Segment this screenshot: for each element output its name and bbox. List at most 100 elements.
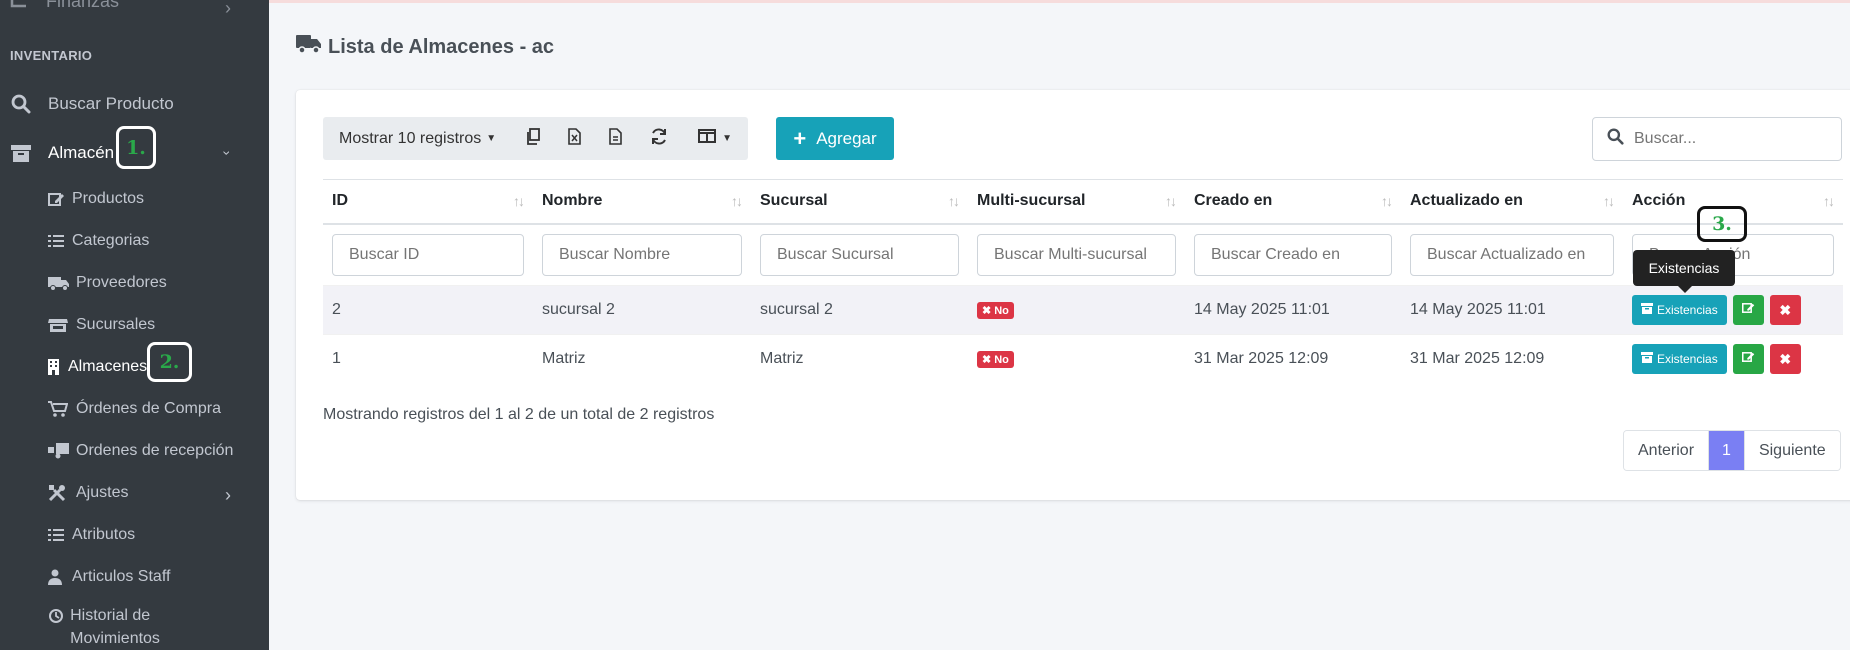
delete-button[interactable]: ✖ <box>1769 295 1801 325</box>
filter-actualizado-input[interactable] <box>1410 233 1614 276</box>
copy-icon <box>526 127 541 150</box>
sort-icon: ↑↓ <box>948 193 960 209</box>
refresh-button[interactable] <box>636 117 682 160</box>
edit-icon <box>48 192 68 207</box>
sidebar-item-almacenes[interactable]: Almacenes <box>48 352 147 382</box>
sidebar-item-almacen[interactable]: Almacén <box>0 135 114 171</box>
filter-id-input[interactable] <box>332 233 524 276</box>
file-icon <box>609 127 622 150</box>
sort-icon: ↑↓ <box>1823 193 1835 209</box>
header-label: Sucursal <box>760 192 828 210</box>
sidebar-item-label: Ajustes <box>76 484 129 501</box>
header-label: Multi-sucursal <box>977 192 1086 210</box>
sidebar-item-label: Categorias <box>72 232 150 249</box>
sync-icon <box>650 127 668 150</box>
annotation-marker-3: 3. <box>1697 206 1747 242</box>
sidebar-item-historial[interactable]: Historial de Movimientos <box>48 604 228 650</box>
table-row: 1 Matriz Matriz ✖ No 31 Mar 2025 12:09 31… <box>323 334 1843 384</box>
global-search[interactable] <box>1592 117 1842 161</box>
column-header-sucursal[interactable]: Sucursal ↑↓ <box>751 179 968 225</box>
sidebar-item-ordenes-recepcion[interactable]: Ordenes de recepción <box>48 436 233 466</box>
page-title-text: Lista de Almacenes - ac <box>328 35 555 58</box>
sidebar-item-label: Productos <box>72 190 145 207</box>
filter-row <box>323 223 1843 286</box>
sidebar-item-articulos-staff[interactable]: Articulos Staff <box>48 562 170 592</box>
columns-dropdown[interactable]: ▼ <box>682 117 748 160</box>
annotation-marker-1: 1. <box>116 126 156 169</box>
badge-label: No <box>994 304 1009 317</box>
annotation-marker-2: 2. <box>147 342 192 382</box>
table-info: Mostrando registros del 1 al 2 de un tot… <box>323 406 715 423</box>
cell-id: 1 <box>323 334 533 384</box>
existencias-button[interactable]: Existencias <box>1632 344 1727 375</box>
filter-creado-input[interactable] <box>1194 233 1392 276</box>
sidebar-item-productos[interactable]: Productos <box>48 184 144 214</box>
times-icon: ✖ <box>982 305 992 317</box>
user-tie-icon <box>48 569 68 585</box>
sidebar-item-buscar-producto[interactable]: Buscar Producto <box>0 86 174 122</box>
table-row: 2 sucursal 2 sucursal 2 ✖ No 14 May 2025 … <box>323 285 1843 335</box>
sort-icon: ↑↓ <box>513 193 525 209</box>
table-header-row: ID ↑↓ Nombre ↑↓ Sucursal ↑↓ Multi-sucursal ↑… <box>323 179 1843 225</box>
show-entries-label: Mostrar 10 registros <box>339 129 482 147</box>
edit-button[interactable] <box>1732 344 1764 375</box>
sidebar-item-label: Almacenes <box>68 358 148 375</box>
excel-button[interactable] <box>554 117 595 160</box>
column-header-actualizado[interactable]: Actualizado en ↑↓ <box>1401 179 1623 225</box>
copy-button[interactable] <box>512 117 554 160</box>
warehouses-table: ID ↑↓ Nombre ↑↓ Sucursal ↑↓ Multi-sucursal ↑… <box>323 179 1843 384</box>
global-search-input[interactable] <box>1634 130 1824 148</box>
column-header-multi-sucursal[interactable]: Multi-sucursal ↑↓ <box>968 179 1185 225</box>
edit-icon <box>1741 301 1755 319</box>
sidebar-item-proveedores[interactable]: Proveedores <box>48 268 167 298</box>
show-entries-dropdown[interactable]: Mostrar 10 registros ▼ <box>323 117 512 160</box>
sort-icon: ↑↓ <box>1165 193 1177 209</box>
filter-nombre-input[interactable] <box>542 233 742 276</box>
cell-accion: Existencias ✖ <box>1623 334 1843 384</box>
sidebar-item-ordenes-compra[interactable]: Órdenes de Compra <box>48 394 221 424</box>
chevron-right-icon: › <box>225 485 231 505</box>
edit-button[interactable] <box>1732 295 1764 325</box>
column-header-nombre[interactable]: Nombre ↑↓ <box>533 179 751 225</box>
filter-sucursal-input[interactable] <box>760 233 959 276</box>
list-icon <box>48 528 68 542</box>
csv-button[interactable] <box>595 117 636 160</box>
add-button[interactable]: + Agregar <box>776 117 894 160</box>
sidebar-item-sucursales[interactable]: Sucursales <box>48 310 155 340</box>
sidebar-item-label: Historial de Movimientos <box>70 607 160 647</box>
header-label: Nombre <box>542 192 603 210</box>
cell-sucursal: Matriz <box>751 334 968 384</box>
chart-icon <box>10 0 28 13</box>
sidebar-item-categorias[interactable]: Categorias <box>48 226 149 256</box>
sort-icon: ↑↓ <box>1603 193 1615 209</box>
pagination-page-1[interactable]: 1 <box>1709 431 1745 470</box>
existencias-button[interactable]: Existencias <box>1632 295 1727 325</box>
sort-icon: ↑↓ <box>1381 193 1393 209</box>
sidebar-item-label: Ordenes de recepción <box>76 442 234 459</box>
sidebar-item-finanzas[interactable]: Finanzas › <box>10 0 231 18</box>
sidebar-section-header: INVENTARIO <box>10 48 93 63</box>
header-label: Acción <box>1632 192 1686 210</box>
delete-button[interactable]: ✖ <box>1769 344 1801 375</box>
pagination: Anterior 1 Siguiente <box>1623 430 1841 471</box>
caret-down-icon: ▼ <box>722 133 733 144</box>
sidebar-item-label: Articulos Staff <box>72 568 171 585</box>
chevron-down-icon: › <box>219 150 236 156</box>
cell-accion: Existencias ✖ <box>1623 285 1843 335</box>
filter-multi-input[interactable] <box>977 233 1176 276</box>
pagination-prev[interactable]: Anterior <box>1624 431 1710 470</box>
status-badge: ✖ No <box>977 302 1014 319</box>
pagination-next[interactable]: Siguiente <box>1744 431 1840 470</box>
sidebar-item-atributos[interactable]: Atributos <box>48 520 135 550</box>
sidebar-item-ajustes[interactable]: Ajustes <box>48 478 128 508</box>
cell-nombre: Matriz <box>533 334 751 384</box>
tools-icon <box>48 484 72 502</box>
sidebar-item-label: Atributos <box>72 526 136 543</box>
cell-id: 2 <box>323 285 533 335</box>
column-header-id[interactable]: ID ↑↓ <box>323 179 533 225</box>
column-header-creado[interactable]: Creado en ↑↓ <box>1185 179 1401 225</box>
history-icon <box>48 608 66 623</box>
cell-actualizado: 14 May 2025 11:01 <box>1401 285 1623 335</box>
caret-down-icon: ▼ <box>486 133 497 144</box>
status-badge: ✖ No <box>977 351 1014 369</box>
